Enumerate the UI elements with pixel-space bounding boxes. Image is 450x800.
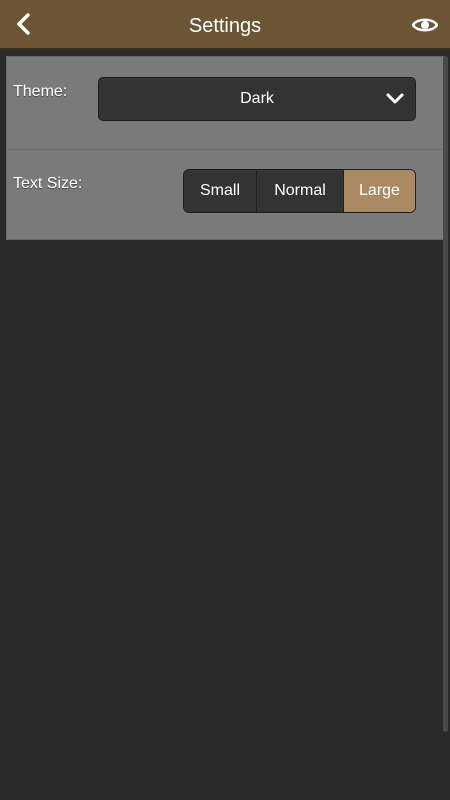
theme-label: Theme: xyxy=(13,83,68,100)
chevron-down-icon xyxy=(386,93,404,104)
text-size-small-option[interactable]: Small xyxy=(184,170,257,212)
theme-value: Dark xyxy=(240,90,274,107)
visibility-button[interactable] xyxy=(408,8,442,42)
scrollbar[interactable] xyxy=(443,56,448,732)
app-header: Settings xyxy=(0,0,450,50)
theme-select[interactable]: Dark xyxy=(98,77,416,121)
settings-panel: Theme: Dark Text Size: Small Normal Larg… xyxy=(6,56,444,240)
theme-row: Theme: Dark xyxy=(7,57,443,150)
text-size-label: Text Size: xyxy=(13,175,83,192)
text-size-segmented-control: Small Normal Large xyxy=(183,169,416,213)
page-title: Settings xyxy=(188,15,262,37)
text-size-normal-option[interactable]: Normal xyxy=(257,170,344,212)
settings-screen: Settings Theme: Dark Text Size: Small No… xyxy=(0,0,450,800)
eye-icon xyxy=(412,18,438,32)
text-size-row: Text Size: Small Normal Large xyxy=(7,149,443,241)
text-size-large-option[interactable]: Large xyxy=(344,170,415,212)
